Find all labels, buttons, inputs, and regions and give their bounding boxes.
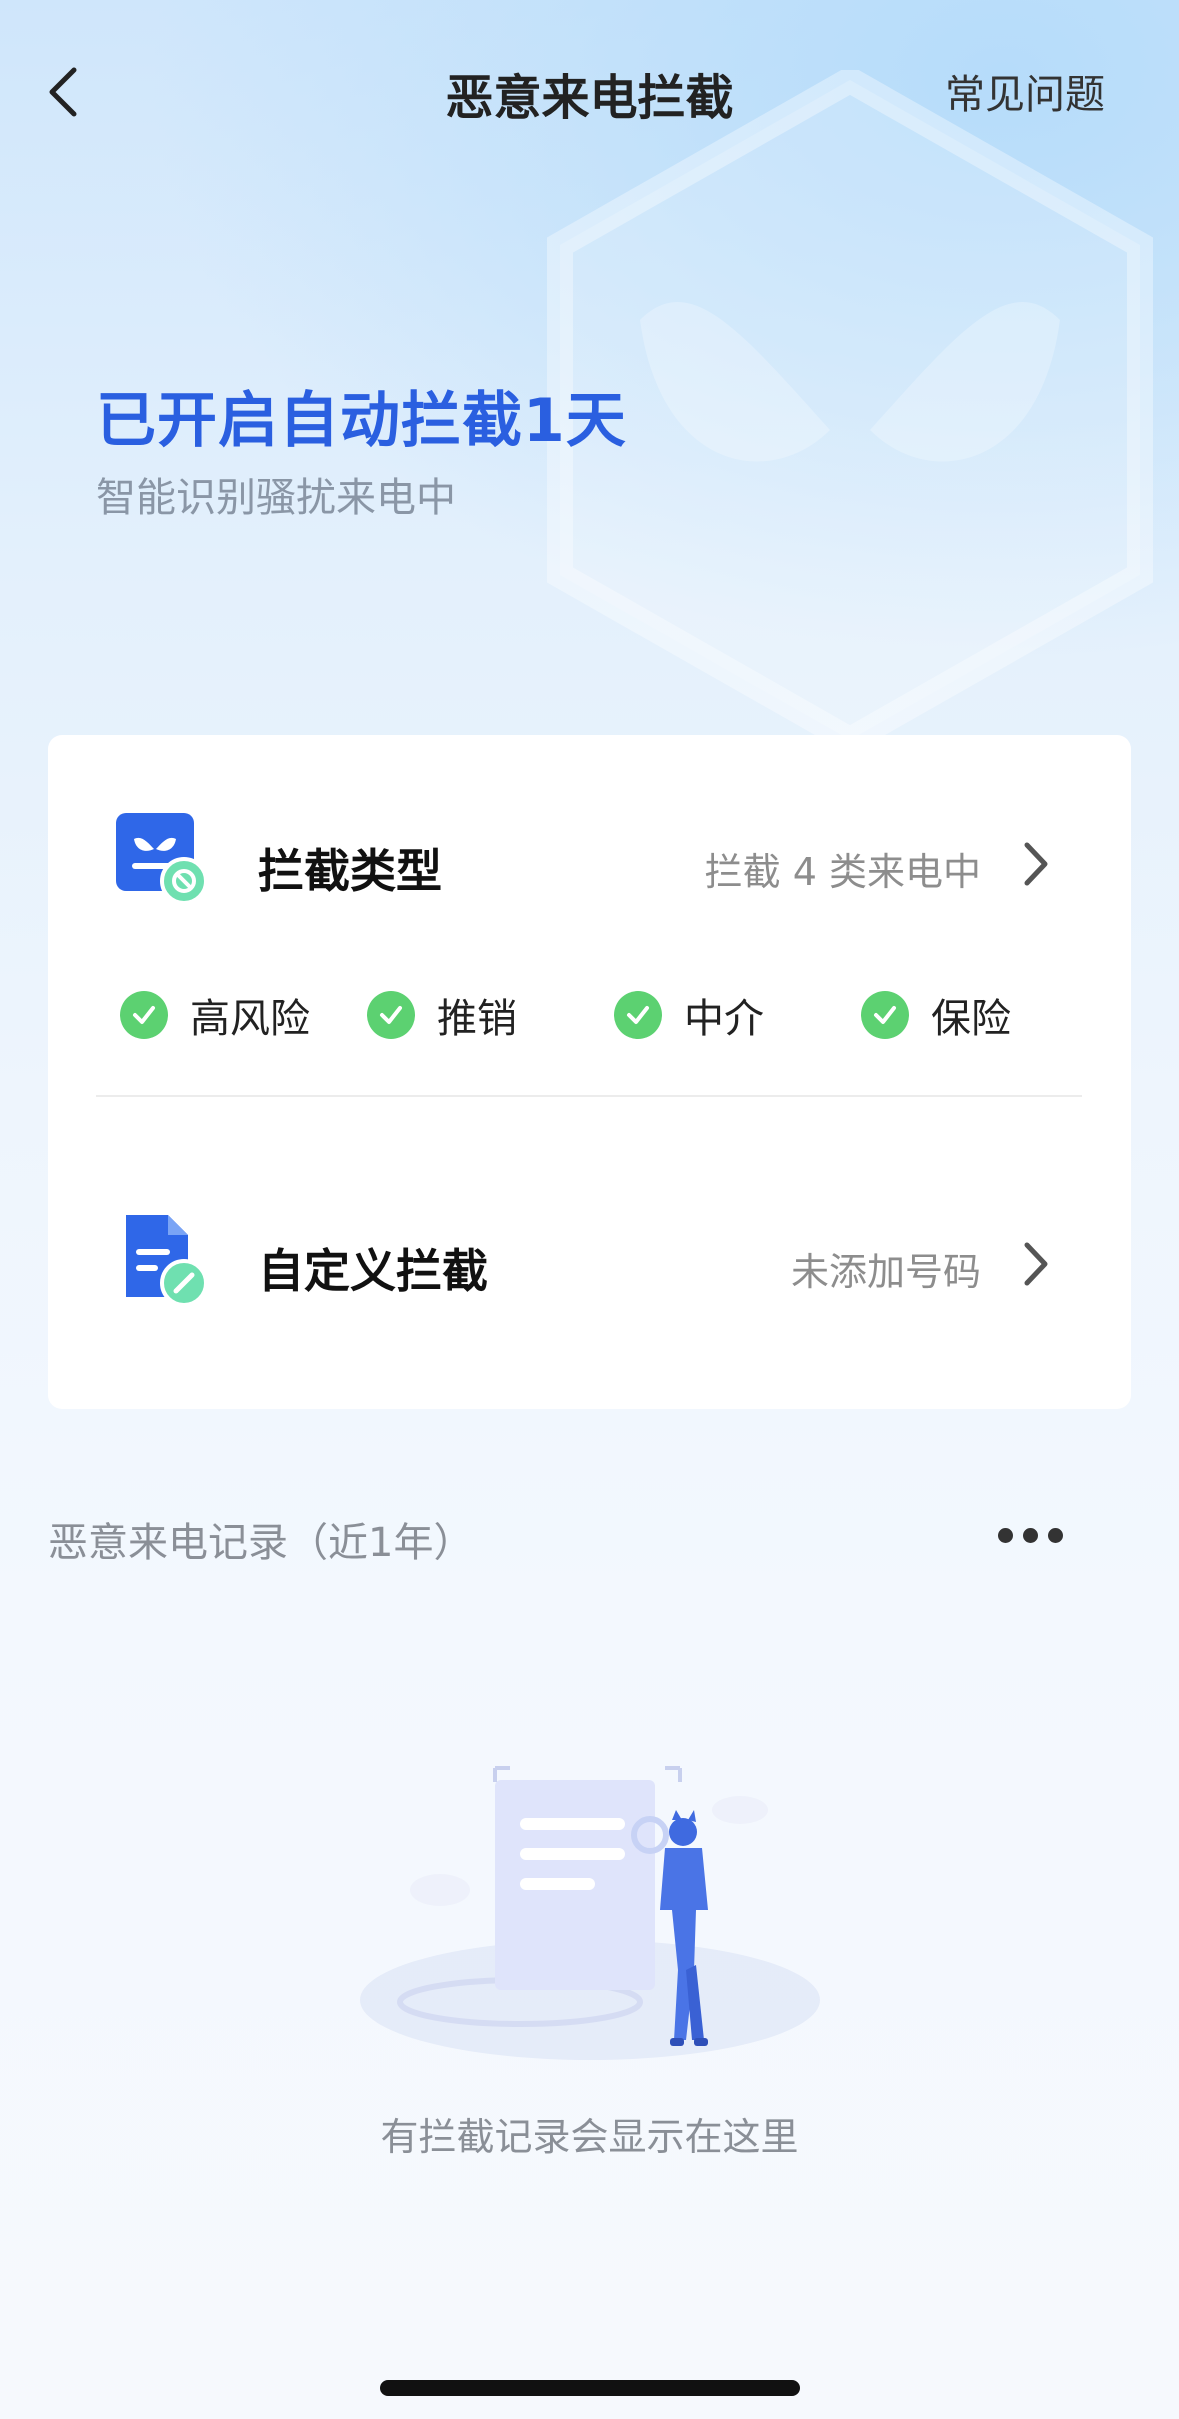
tag-label: 高风险 <box>190 996 310 1042</box>
intercept-type-icon <box>116 813 208 905</box>
divider <box>96 1095 1082 1097</box>
tag-label: 保险 <box>931 996 1011 1042</box>
intercept-tag-list: 高风险 推销 中介 保险 <box>120 985 1080 1045</box>
check-icon <box>120 991 168 1039</box>
intercept-type-row[interactable]: 拦截类型 拦截 4 类来电中 <box>48 811 1131 931</box>
status-subtitle: 智能识别骚扰来电中 <box>96 475 456 521</box>
chevron-right-icon <box>1024 842 1048 886</box>
tag-item: 中介 <box>614 985 764 1045</box>
custom-intercept-label: 自定义拦截 <box>258 1244 488 1298</box>
check-icon <box>861 991 909 1039</box>
more-options-icon[interactable] <box>998 1528 1064 1546</box>
custom-intercept-value: 未添加号码 <box>790 1250 981 1294</box>
tag-label: 推销 <box>437 996 517 1042</box>
custom-intercept-row[interactable]: 自定义拦截 未添加号码 <box>48 1211 1131 1331</box>
status-title: 已开启自动拦截1天 <box>96 386 627 456</box>
tag-item: 保险 <box>861 985 1011 1045</box>
custom-intercept-icon <box>126 1215 208 1307</box>
faq-link[interactable]: 常见问题 <box>945 62 1105 120</box>
empty-state-text: 有拦截记录会显示在这里 <box>380 2115 799 2159</box>
home-indicator[interactable] <box>380 2380 800 2396</box>
nav-bar: 恶意来电拦截 常见问题 <box>0 0 1179 180</box>
tag-label: 中介 <box>684 996 764 1042</box>
tag-item: 高风险 <box>120 985 310 1045</box>
check-icon <box>614 991 662 1039</box>
intercept-type-label: 拦截类型 <box>258 844 442 898</box>
check-icon <box>367 991 415 1039</box>
intercept-settings-card: 拦截类型 拦截 4 类来电中 高风险 推销 中介 保险 自定义拦截 未添加号码 <box>48 735 1131 1409</box>
empty-state-illustration <box>360 1766 820 2060</box>
records-title: 恶意来电记录（近1年） <box>48 1520 474 1566</box>
intercept-type-value: 拦截 4 类来电中 <box>704 850 981 894</box>
tag-item: 推销 <box>367 985 517 1045</box>
chevron-right-icon <box>1024 1242 1048 1286</box>
